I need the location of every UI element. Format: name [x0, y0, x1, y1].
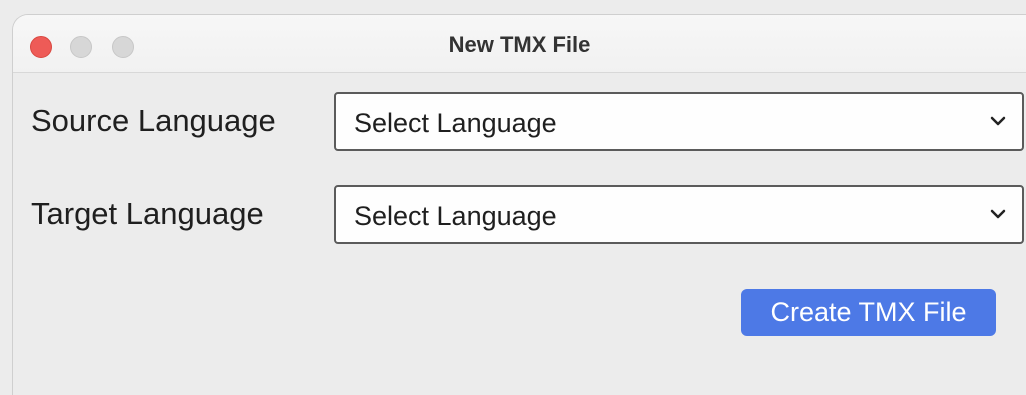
window-titlebar: New TMX File — [13, 15, 1026, 73]
source-language-label: Source Language — [31, 103, 276, 138]
target-language-selected-value: Select Language — [354, 201, 557, 231]
target-language-row: Target Language Select Language — [31, 185, 1026, 245]
target-language-label: Target Language — [31, 196, 264, 231]
source-language-select[interactable]: Select Language — [334, 92, 1024, 151]
window-title: New TMX File — [448, 32, 591, 57]
target-language-select[interactable]: Select Language — [334, 185, 1024, 244]
new-tmx-file-window: New TMX File Source Language Select Lang… — [12, 14, 1026, 395]
source-language-selected-value: Select Language — [354, 108, 557, 138]
create-tmx-file-button[interactable]: Create TMX File — [741, 289, 996, 336]
source-language-row: Source Language Select Language — [31, 92, 1026, 152]
chevron-down-icon — [990, 209, 1006, 219]
chevron-down-icon — [990, 116, 1006, 126]
